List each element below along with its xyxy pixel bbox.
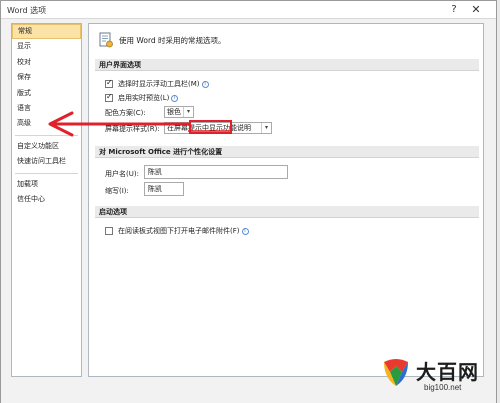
close-button[interactable]: ✕ (468, 3, 484, 17)
reading-layout-label: 在阅读板式视图下打开电子邮件附件(F) (118, 227, 240, 235)
options-content: 使用 Word 时采用的常规选项。 用户界面选项 选择时显示浮动工具栏(M) i… (88, 23, 484, 377)
initials-field[interactable]: 陈凯 (144, 182, 184, 196)
section-header-startup: 启动选项 (95, 206, 479, 218)
username-row: 用户名(U): (105, 169, 139, 179)
watermark-logo-icon (384, 359, 408, 386)
sidebar-item-display[interactable]: 显示 (12, 39, 81, 54)
initials-label: 缩写(I): (105, 187, 129, 195)
username-field[interactable]: 陈凯 (144, 165, 288, 179)
dialog-title: Word 选项 (7, 6, 47, 15)
floating-toolbar-checkbox[interactable] (105, 78, 113, 88)
watermark-title: 大百网 (416, 360, 479, 384)
info-icon: i (241, 227, 249, 235)
color-scheme-select[interactable]: 银色 ▾ (164, 106, 194, 118)
option-reading-layout[interactable]: 在阅读板式视图下打开电子邮件附件(F) i (105, 226, 249, 236)
info-icon: i (171, 94, 179, 102)
color-scheme-label: 配色方案(C): (105, 109, 146, 117)
sidebar-item-add-ins[interactable]: 加载项 (12, 177, 81, 192)
info-icon: i (201, 80, 209, 88)
page-description: 使用 Word 时采用的常规选项。 (119, 36, 226, 45)
chevron-down-icon: ▾ (183, 107, 193, 117)
sidebar-divider (15, 134, 78, 136)
option-floating-toolbar[interactable]: 选择时显示浮动工具栏(M) i (105, 78, 209, 89)
sidebar-divider (15, 172, 78, 174)
tooltip-style-row: 屏幕提示样式(R): (105, 124, 160, 134)
live-preview-checkbox[interactable] (105, 92, 113, 102)
sidebar-item-trust-center[interactable]: 信任中心 (12, 192, 81, 207)
sidebar-item-general[interactable]: 常规 (12, 24, 81, 40)
sidebar-item-quick-access-toolbar[interactable]: 快速访问工具栏 (12, 154, 81, 169)
color-scheme-row: 配色方案(C): (105, 108, 146, 118)
chevron-down-icon: ▾ (261, 123, 271, 133)
sidebar-item-advanced[interactable]: 高级 (12, 116, 81, 131)
live-preview-label: 启用实时预览(L) (118, 94, 170, 102)
sidebar-item-language[interactable]: 语言 (12, 101, 81, 116)
general-settings-icon (99, 32, 113, 48)
sidebar-item-proofing[interactable]: 校对 (12, 55, 81, 70)
watermark-url: big100.net (424, 383, 462, 392)
sidebar-item-typography[interactable]: 版式 (12, 86, 81, 101)
color-scheme-value: 银色 (167, 108, 181, 116)
annotation-highlight-box (189, 120, 232, 134)
reading-layout-checkbox[interactable] (105, 227, 113, 235)
floating-toolbar-label: 选择时显示浮动工具栏(M) (118, 80, 200, 88)
initials-row: 缩写(I): (105, 186, 129, 196)
sidebar-item-save[interactable]: 保存 (12, 70, 81, 85)
sidebar-item-customize-ribbon[interactable]: 自定义功能区 (12, 139, 81, 154)
tooltip-style-label: 屏幕提示样式(R): (105, 125, 160, 133)
site-watermark: 大百网 big100.net (380, 350, 498, 400)
username-label: 用户名(U): (105, 170, 139, 178)
option-live-preview[interactable]: 启用实时预览(L) i (105, 92, 179, 103)
help-button[interactable]: ? (446, 3, 462, 17)
options-sidebar: 常规 显示 校对 保存 版式 语言 高级 自定义功能区 快速访问工具栏 加载项 … (11, 23, 82, 377)
section-header-ui-options: 用户界面选项 (95, 59, 479, 71)
section-header-personalize: 对 Microsoft Office 进行个性化设置 (95, 146, 479, 158)
title-bar: Word 选项 ? ✕ (1, 1, 496, 19)
word-options-dialog: Word 选项 ? ✕ 常规 显示 校对 保存 版式 语言 高级 自定义功能区 … (0, 0, 497, 403)
